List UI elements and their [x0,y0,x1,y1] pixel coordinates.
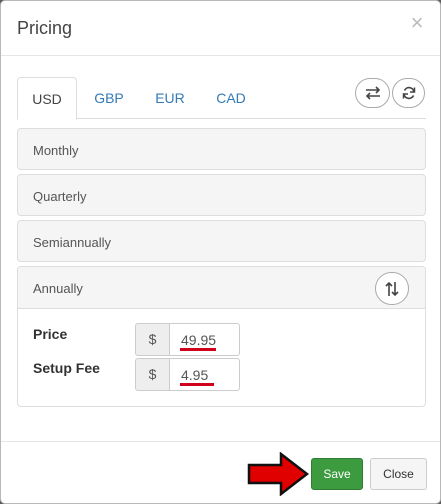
price-input[interactable]: 49.95 [169,323,240,356]
modal-title: Pricing [17,18,73,38]
panel-annually: Annually Price $ 49.95 Setup Fee $ 4.95 [17,266,426,407]
price-highlight-underline [180,348,216,351]
modal-header: Pricing × [1,1,440,56]
tab-eur[interactable]: EUR [141,77,199,119]
price-input-group: $ 49.95 [135,323,240,356]
sort-button[interactable] [375,272,409,305]
tab-gbp[interactable]: GBP [81,77,137,119]
swap-button[interactable] [355,78,390,108]
panel-title-semiannually: Semiannually [33,235,112,250]
price-currency-addon: $ [135,323,170,356]
panel-title-quarterly: Quarterly [33,189,87,204]
panel-title-annually: Annually [33,281,83,296]
panel-quarterly[interactable]: Quarterly [17,174,426,216]
setup-fee-input-group: $ 4.95 [135,358,240,391]
setup-fee-input[interactable]: 4.95 [169,358,240,391]
sort-icon [385,281,399,297]
pricing-modal: Pricing × USD GBP EUR CAD Monthly Quarte… [0,0,441,504]
setup-fee-value: 4.95 [181,367,209,383]
annotation-arrow-icon [247,452,309,496]
panel-monthly[interactable]: Monthly [17,128,426,170]
swap-icon [365,86,381,100]
panel-header-annually[interactable]: Annually [18,267,425,309]
close-button[interactable]: Close [370,458,427,490]
panel-semiannually[interactable]: Semiannually [17,220,426,262]
refresh-icon [402,86,416,100]
refresh-button[interactable] [392,78,425,108]
modal-footer: Save Close [1,441,440,503]
tab-usd[interactable]: USD [17,77,77,120]
close-icon[interactable]: × [406,12,428,34]
price-label: Price [33,326,68,342]
tab-cad[interactable]: CAD [203,77,259,119]
panel-title-monthly: Monthly [33,143,79,158]
setup-fee-label: Setup Fee [33,360,100,376]
save-button[interactable]: Save [311,458,363,490]
price-value: 49.95 [181,332,217,348]
setup-fee-currency-addon: $ [135,358,170,391]
setup-fee-highlight-underline [180,383,214,386]
